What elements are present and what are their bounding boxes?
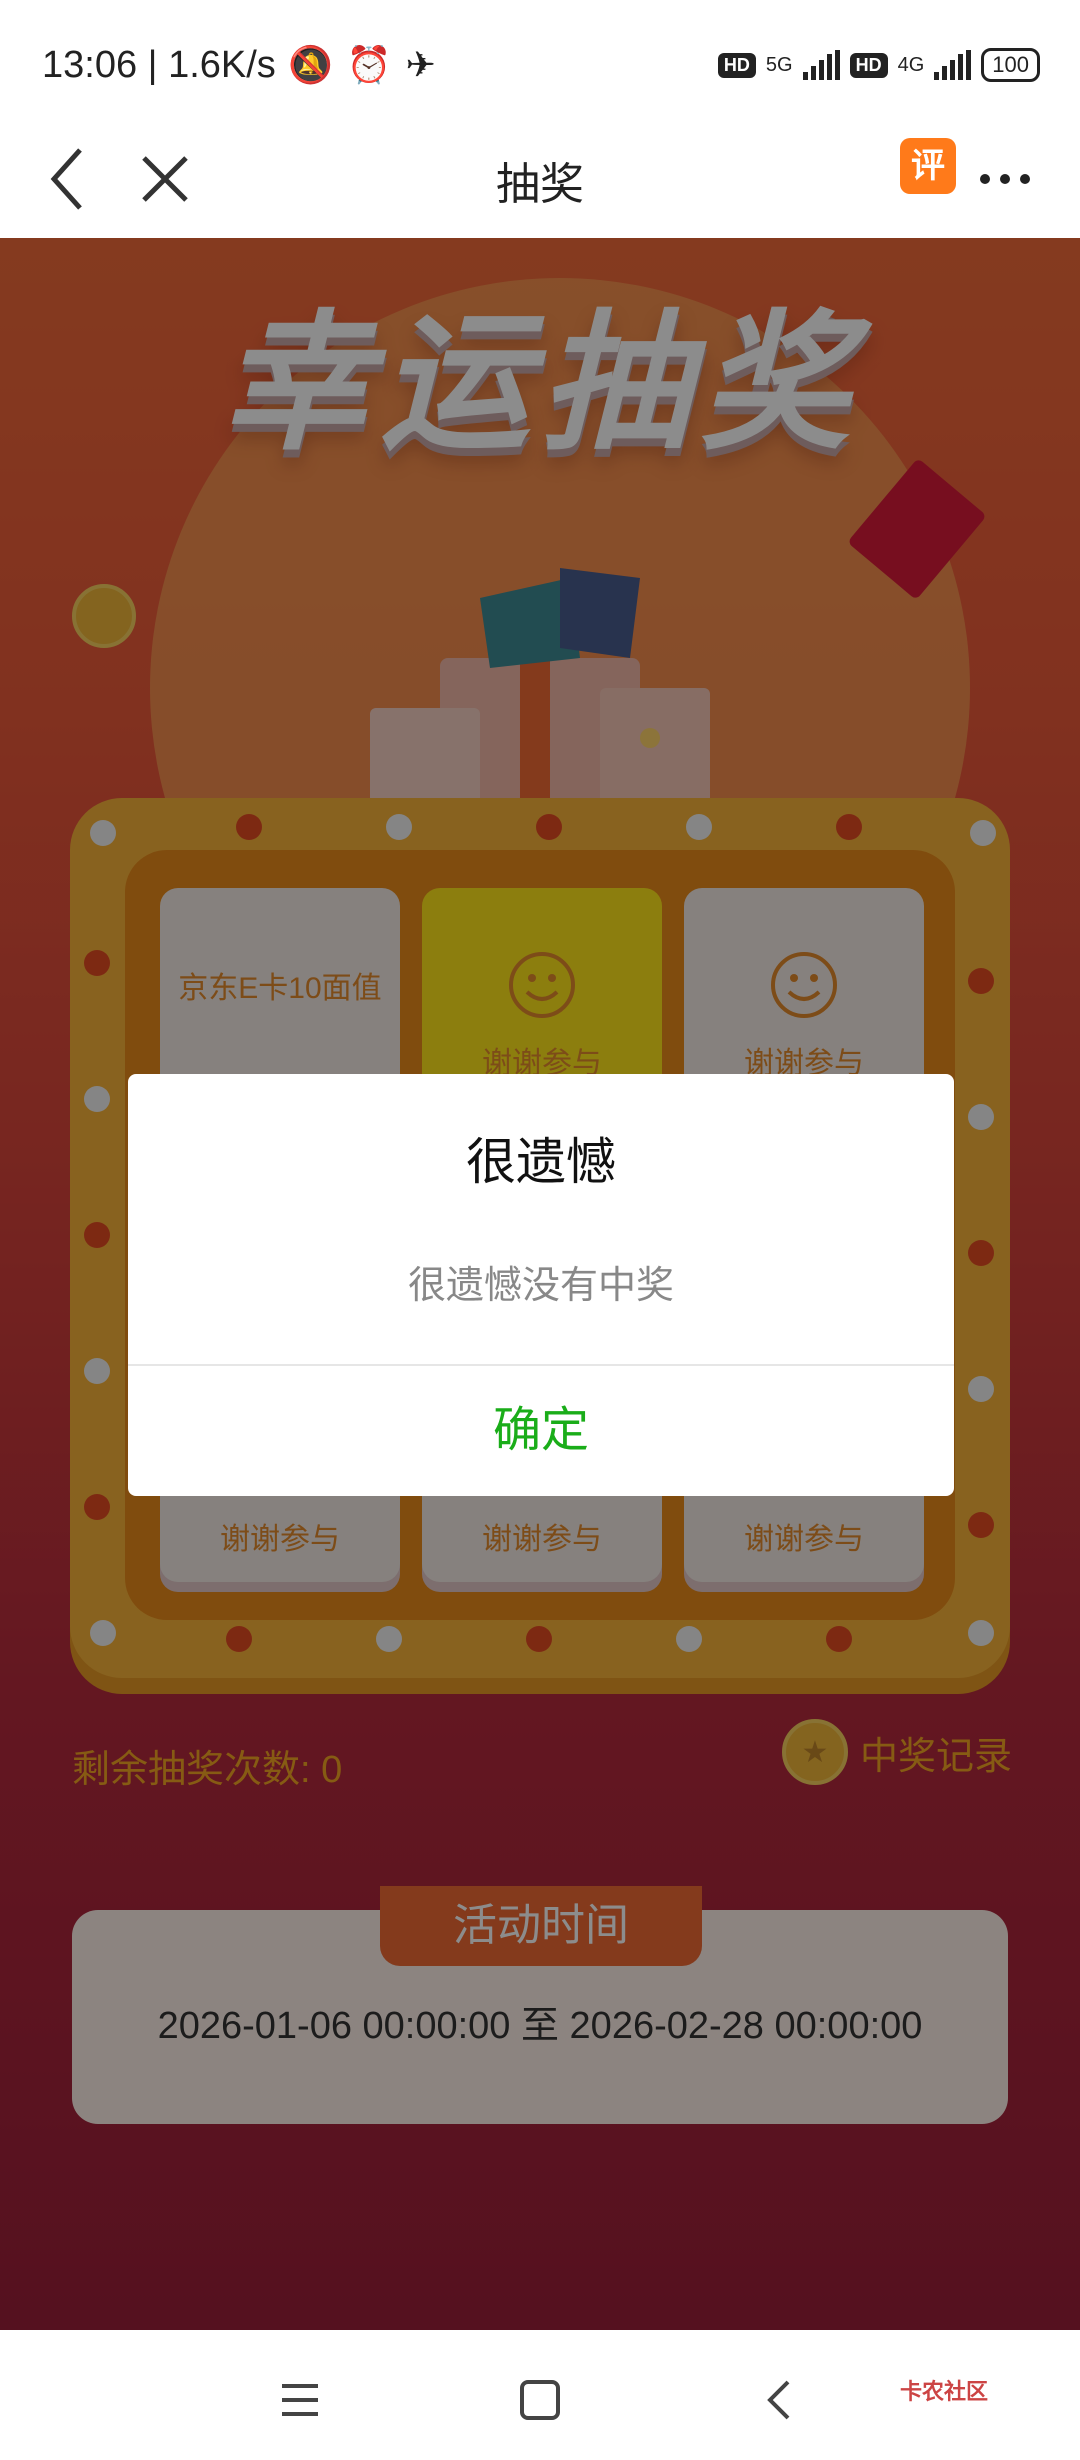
system-nav-bar: 卡农社区 (0, 2330, 1080, 2460)
hd-badge: HD (717, 52, 756, 78)
dialog-message: 很遗憾没有中奖 (407, 1265, 674, 1307)
confirm-button[interactable]: 确定 (128, 1366, 954, 1496)
status-left-icons: 🔕 ⏰ ✈ (288, 44, 436, 86)
home-icon[interactable] (510, 2370, 570, 2430)
mute-bell-icon: 🔕 (288, 44, 333, 85)
close-icon[interactable] (130, 144, 200, 214)
nav-bar: 抽奖 评 (0, 120, 1080, 238)
recent-apps-icon[interactable] (270, 2370, 330, 2430)
result-dialog: 很遗憾 很遗憾没有中奖 确定 (128, 1074, 954, 1496)
alarm-icon: ⏰ (346, 44, 392, 85)
dialog-title: 很遗憾 (466, 1134, 616, 1190)
status-time: 13:06 | 1.6K/s (42, 44, 276, 86)
battery-icon: 100 (981, 48, 1040, 82)
app-notification-icon: ✈ (405, 44, 436, 85)
more-options-icon[interactable] (980, 164, 1040, 194)
network-label-1: 5G (765, 53, 793, 76)
signal-icon-2 (934, 50, 972, 80)
network-label-2: 4G (897, 53, 925, 76)
signal-icon (802, 50, 840, 80)
status-bar: 13:06 | 1.6K/s 🔕 ⏰ ✈ HD 5G HD 4G 100 (0, 0, 1080, 120)
watermark: 卡农社区 (900, 2379, 989, 2404)
back-icon[interactable] (750, 2370, 810, 2430)
status-right-icons: HD 5G HD 4G 100 (717, 48, 1040, 82)
back-arrow-icon[interactable] (40, 140, 100, 218)
review-button[interactable]: 评 (900, 138, 956, 194)
hd-badge-2: HD (849, 52, 888, 78)
